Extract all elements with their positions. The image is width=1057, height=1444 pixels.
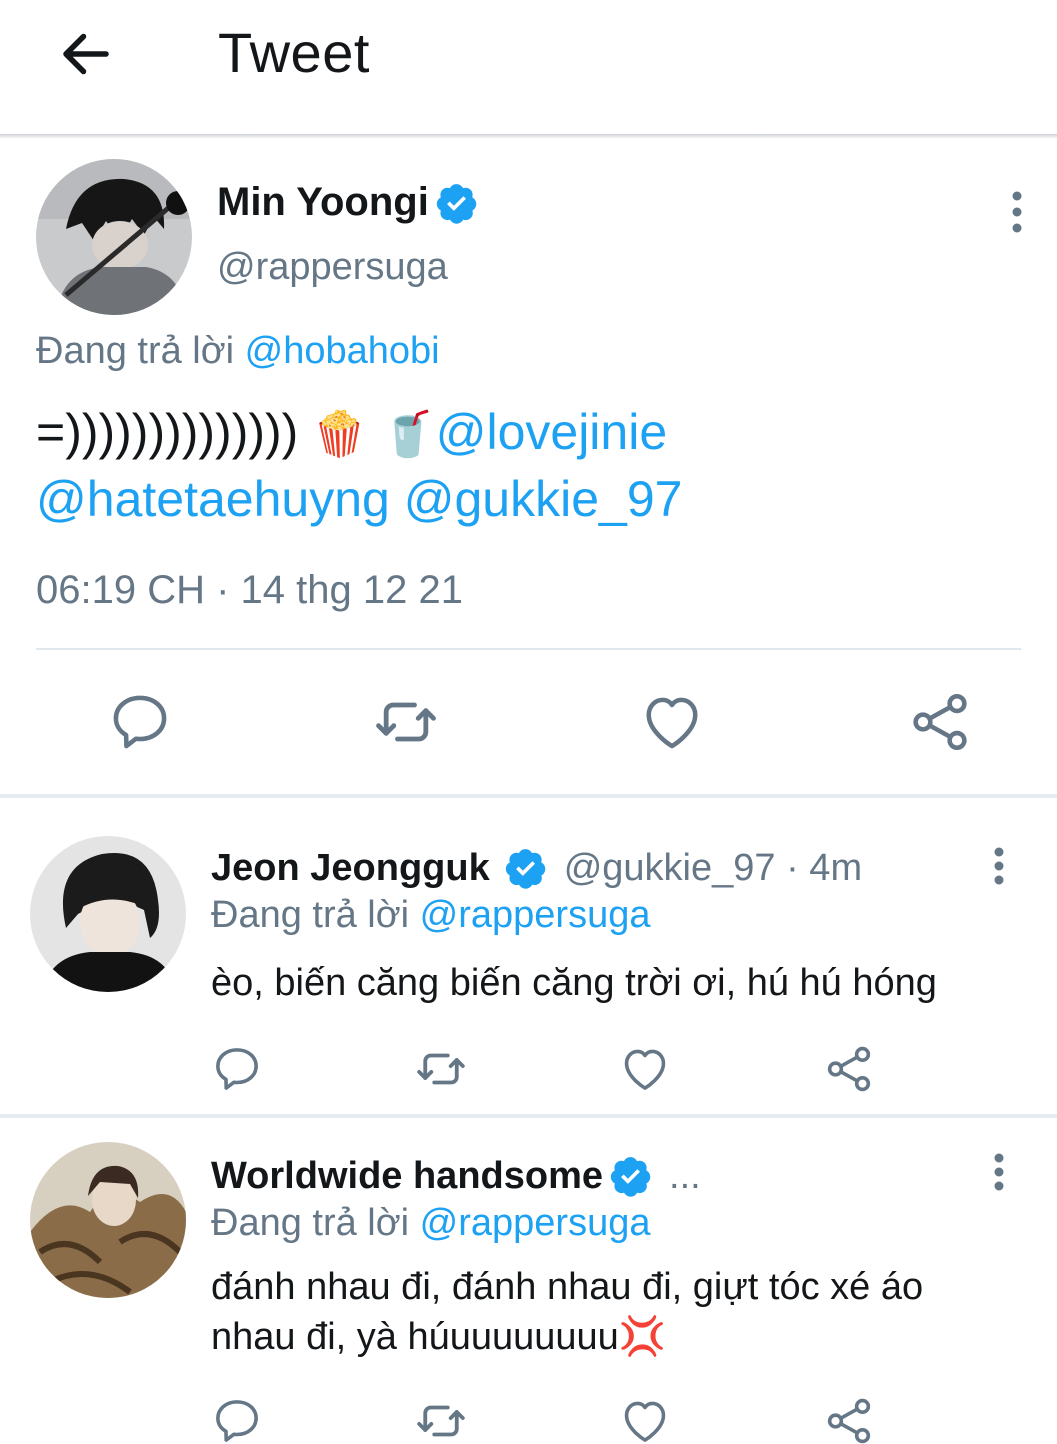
mention-link[interactable]: @lovejinie — [436, 404, 667, 460]
reply-header: Worldwide handsome ... — [211, 1154, 701, 1198]
tweet-text: èo, biến căng biến căng trời ơi, hú hú h… — [211, 962, 937, 1004]
arrow-left-icon[interactable] — [56, 24, 116, 84]
retweet-icon[interactable] — [412, 1394, 470, 1444]
mention-link[interactable]: @gukkie_97 — [404, 471, 683, 527]
tweet-text-line: đánh nhau đi, đánh nhau đi, giựt tóc xé … — [211, 1266, 924, 1308]
reply-header: Jeon Jeongguk @gukkie_97 · 4m — [211, 846, 862, 890]
tweet-text: =)))))))))))))) 🍿 🥤@lovejinie @hatetaehu… — [36, 400, 1026, 531]
replying-prefix: Đang trả lời — [211, 894, 410, 936]
replying-to: Đang trả lời @rappersuga — [211, 1202, 651, 1245]
verified-badge-icon — [504, 846, 548, 890]
divider — [36, 648, 1021, 650]
author-name[interactable]: Min Yoongi — [217, 180, 479, 225]
mention-link[interactable]: @rappersuga — [420, 894, 651, 936]
reply-icon[interactable] — [210, 1042, 264, 1096]
reply-tweet[interactable]: Jeon Jeongguk @gukkie_97 · 4m Đang trả l… — [0, 798, 1057, 1114]
avatar[interactable] — [30, 836, 186, 992]
replying-prefix: Đang trả lời — [211, 1202, 410, 1244]
verified-badge-icon — [435, 181, 479, 225]
retweet-icon[interactable] — [412, 1042, 470, 1096]
tweet-text-line: nhau đi, yà húuuuuuuuu — [211, 1316, 619, 1358]
retweet-icon[interactable] — [370, 688, 442, 756]
anger-emoji: 💢 — [618, 1316, 667, 1358]
tweet-timestamp: 06:19 CH · 14 thg 12 21 — [36, 568, 463, 612]
author-name-text: Min Yoongi — [217, 180, 429, 224]
page-title: Tweet — [218, 21, 370, 84]
author-name[interactable]: Jeon Jeongguk — [211, 847, 490, 890]
like-icon[interactable] — [638, 688, 706, 756]
like-icon[interactable] — [618, 1394, 672, 1444]
mention-link[interactable]: @hatetaehuyng — [36, 471, 390, 527]
more-options-icon[interactable] — [1010, 190, 1024, 234]
tweet-text: đánh nhau đi, đánh nhau đi, giựt tóc xé … — [211, 1262, 1011, 1362]
replying-to: Đang trả lời @rappersuga — [211, 894, 651, 937]
tweet-actions — [0, 688, 1057, 758]
mention-link[interactable]: @hobahobi — [245, 330, 440, 372]
replying-prefix: Đang trả lời — [36, 330, 235, 372]
like-icon[interactable] — [618, 1042, 672, 1096]
popcorn-emoji: 🍿 — [312, 410, 368, 459]
reply-icon[interactable] — [210, 1394, 264, 1444]
author-handle[interactable]: @gukkie_97 · 4m — [564, 847, 862, 890]
author-handle[interactable]: ... — [669, 1155, 701, 1198]
author-name[interactable]: Worldwide handsome — [211, 1155, 603, 1198]
more-options-icon[interactable] — [992, 1152, 1006, 1192]
top-app-bar: Tweet — [0, 0, 1057, 134]
share-icon[interactable] — [906, 688, 974, 756]
main-tweet: Min Yoongi @rappersuga Đang trả lời @hob… — [0, 138, 1057, 794]
avatar[interactable] — [30, 1142, 186, 1298]
replying-to: Đang trả lời @hobahobi — [36, 330, 440, 373]
share-icon[interactable] — [822, 1042, 876, 1096]
verified-badge-icon — [609, 1154, 653, 1198]
reply-tweet[interactable]: Worldwide handsome ... Đang trả lời @rap… — [0, 1118, 1057, 1444]
reply-icon[interactable] — [106, 688, 174, 756]
mention-link[interactable]: @rappersuga — [420, 1202, 651, 1244]
tweet-text-content: =)))))))))))))) — [36, 404, 299, 460]
drink-emoji: 🥤 — [380, 410, 436, 459]
avatar[interactable] — [36, 159, 192, 315]
share-icon[interactable] — [822, 1394, 876, 1444]
author-handle[interactable]: @rappersuga — [217, 246, 448, 289]
more-options-icon[interactable] — [992, 846, 1006, 886]
